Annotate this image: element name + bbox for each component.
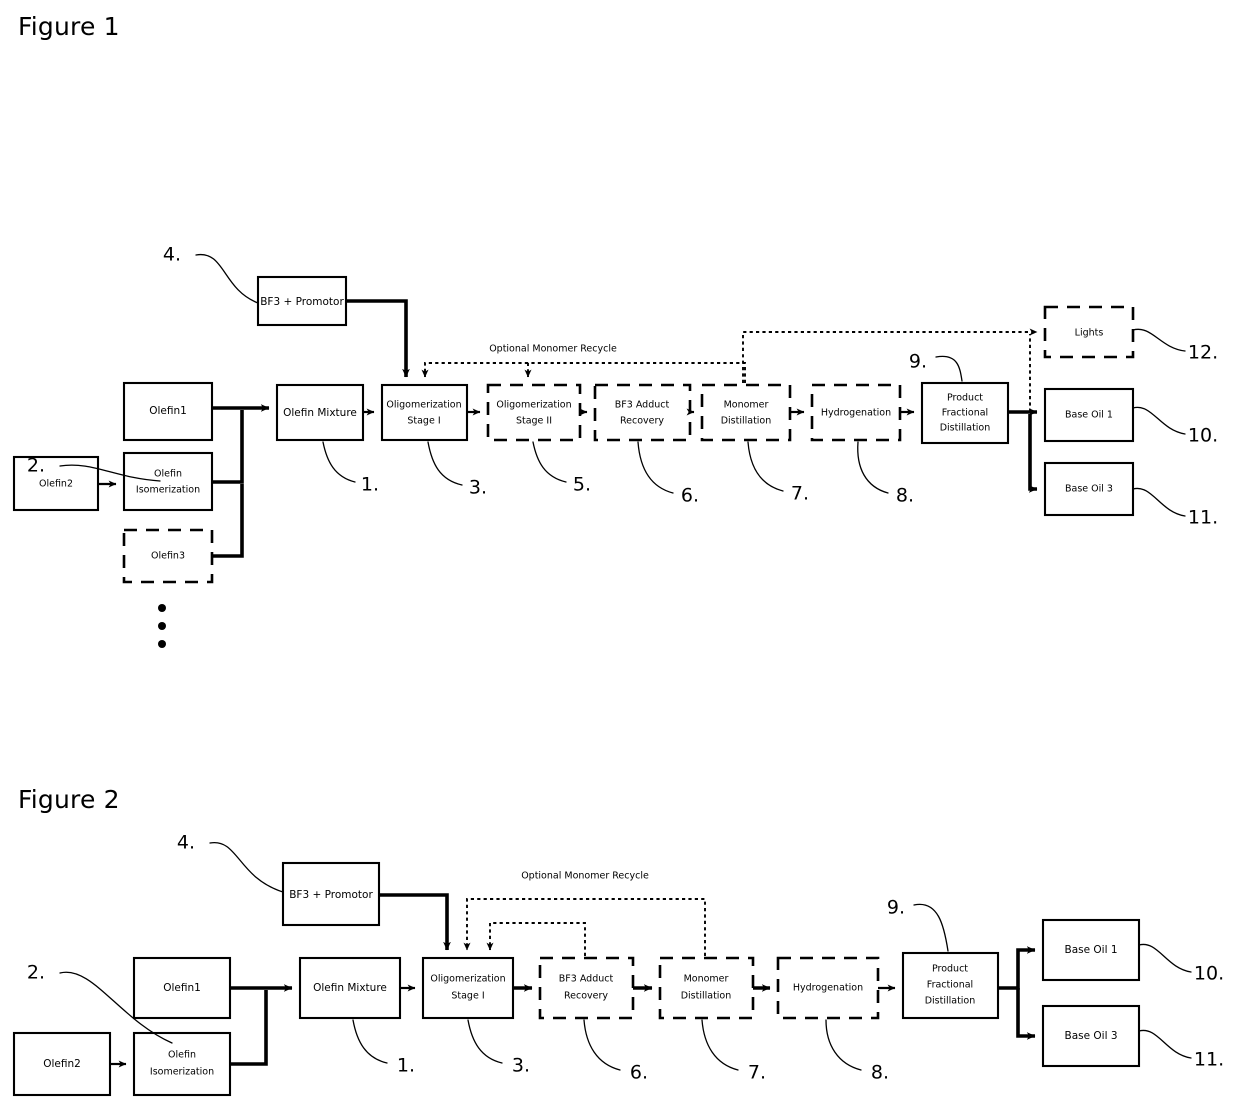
f2-annotation-optional-monomer-recycle: Optional Monomer Recycle bbox=[521, 871, 649, 882]
f2-box-olefin-isom-label-1: Olefin bbox=[168, 1050, 196, 1061]
figure-2-diagram: BF3 + Promotor Olefin1 Olefin2 Olefin Is… bbox=[12, 832, 1224, 1097]
f2-box-base-oil-3-label: Base Oil 3 bbox=[1064, 1030, 1117, 1042]
f2-box-product-frac-label-2: Fractional bbox=[927, 980, 973, 991]
f2-box-olefin2[interactable]: Olefin2 bbox=[12, 1031, 112, 1097]
f2-leader-3 bbox=[467, 1019, 503, 1064]
f2-box-olefin1-label: Olefin1 bbox=[163, 982, 201, 994]
f2-box-product-fractional-distillation[interactable]: Product Fractional Distillation bbox=[901, 951, 1000, 1020]
f2-ref-numeral-7: 7. bbox=[748, 1062, 766, 1084]
f2-recycle-bf3-adduct-to-stage1 bbox=[486, 922, 586, 956]
f2-box-bf3-promotor[interactable]: BF3 + Promotor bbox=[281, 861, 381, 927]
f2-box-monomer-dist-label-2: Distillation bbox=[681, 991, 732, 1002]
f2-box-olefin-isom-label-2: Isomerization bbox=[150, 1067, 214, 1078]
f2-flow-isomerization-to-bus bbox=[230, 990, 268, 1066]
f2-ref-numeral-1: 1. bbox=[397, 1055, 415, 1077]
f2-box-olefin-mixture[interactable]: Olefin Mixture bbox=[298, 956, 402, 1020]
f2-ref-numeral-8: 8. bbox=[871, 1062, 889, 1084]
f2-recycle-monomer-to-stage1 bbox=[463, 898, 706, 956]
f2-leader-8 bbox=[825, 1019, 862, 1071]
f2-box-bf3-adduct-recovery[interactable]: BF3 Adduct Recovery bbox=[538, 956, 635, 1020]
f2-ref-numeral-9: 9. bbox=[887, 897, 905, 919]
f2-box-bf3-adduct-label-2: Recovery bbox=[564, 991, 608, 1002]
f2-ref-numeral-6: 6. bbox=[630, 1062, 648, 1084]
f2-flow-bf3-to-stage1 bbox=[379, 893, 451, 951]
f2-leader-6 bbox=[583, 1019, 621, 1071]
f2-leader-4 bbox=[209, 842, 284, 893]
f2-box-olefin-isomerization[interactable]: Olefin Isomerization bbox=[132, 1031, 232, 1097]
f2-box-bf3-promotor-label: BF3 + Promotor bbox=[289, 889, 373, 901]
f2-ref-numeral-11: 11. bbox=[1194, 1049, 1224, 1071]
f2-ref-numeral-2: 2. bbox=[27, 962, 45, 984]
f2-box-oligo1-label-1: Oligomerization bbox=[430, 974, 505, 985]
f2-box-base-oil-1[interactable]: Base Oil 1 bbox=[1041, 918, 1141, 982]
f2-leader-1 bbox=[352, 1019, 388, 1064]
f2-box-product-frac-label-1: Product bbox=[932, 964, 968, 975]
f2-box-base-oil-1-label: Base Oil 1 bbox=[1064, 944, 1117, 956]
f2-leader-11 bbox=[1138, 1029, 1192, 1059]
f2-box-oligomerization-stage-1[interactable]: Oligomerization Stage I bbox=[421, 956, 515, 1020]
f2-box-monomer-dist-label-1: Monomer bbox=[684, 974, 729, 985]
f2-box-monomer-distillation[interactable]: Monomer Distillation bbox=[658, 956, 755, 1020]
f2-box-hydrogenation[interactable]: Hydrogenation bbox=[776, 956, 880, 1020]
f2-box-bf3-adduct-label-1: BF3 Adduct bbox=[559, 974, 614, 985]
f2-box-olefin2-label: Olefin2 bbox=[43, 1058, 81, 1070]
f2-ref-numeral-4: 4. bbox=[177, 832, 195, 854]
f2-box-olefin1[interactable]: Olefin1 bbox=[132, 956, 232, 1020]
f2-leader-10 bbox=[1138, 943, 1192, 973]
f2-leader-7 bbox=[701, 1019, 739, 1071]
f2-box-oligo1-label-2: Stage I bbox=[451, 991, 484, 1002]
f2-ref-numeral-3: 3. bbox=[512, 1055, 530, 1077]
f2-leader-9 bbox=[913, 903, 949, 952]
f2-box-product-frac-label-3: Distillation bbox=[925, 996, 976, 1007]
f2-flow-product-frac-to-base-oil-3 bbox=[1016, 988, 1036, 1040]
f2-ref-numeral-10: 10. bbox=[1194, 963, 1224, 985]
f2-box-olefin-mixture-label: Olefin Mixture bbox=[313, 982, 387, 994]
f2-box-hydrogenation-label: Hydrogenation bbox=[793, 983, 863, 994]
f2-flow-product-frac-to-base-oil-1 bbox=[998, 946, 1036, 990]
f2-box-base-oil-3[interactable]: Base Oil 3 bbox=[1041, 1004, 1141, 1068]
